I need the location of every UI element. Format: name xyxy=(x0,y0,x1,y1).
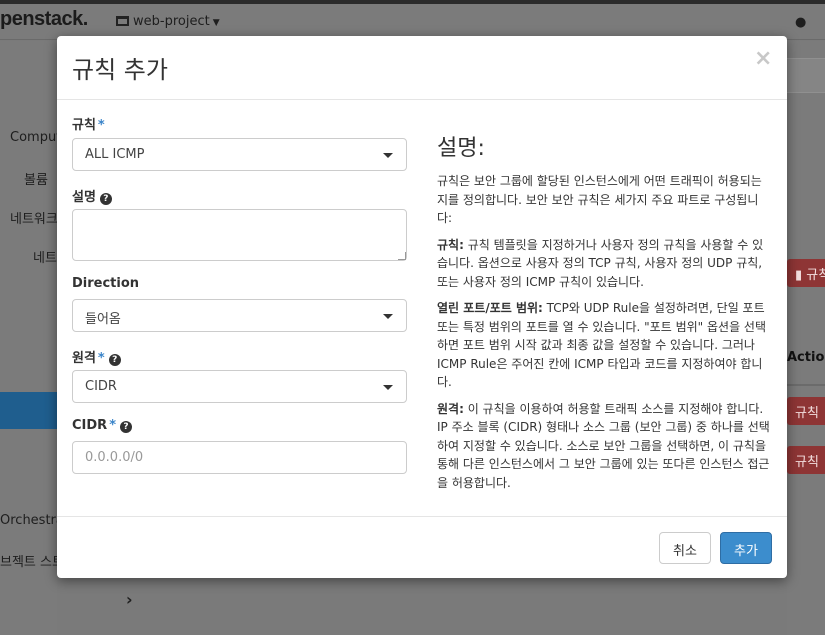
question-circle-icon[interactable]: ? xyxy=(99,193,112,205)
rule-select-value: ALL ICMP xyxy=(85,147,145,162)
description-label: 설명? xyxy=(72,186,112,205)
add-button[interactable]: 추가 xyxy=(720,532,772,564)
caret-down-icon xyxy=(383,314,393,319)
delete-rule-button-row-1[interactable]: 규칙 xyxy=(787,397,825,425)
sidebar-item-network-sub[interactable]: 네트 xyxy=(33,247,57,266)
delete-rule-button-row-2[interactable]: 규칙 xyxy=(787,446,825,474)
modal-header: 규칙 추가 × xyxy=(57,36,787,100)
delete-rules-button[interactable]: ▮ 규칙 xyxy=(787,259,825,287)
project-icon xyxy=(116,16,129,26)
caret-down-icon xyxy=(383,385,393,390)
remote-select[interactable]: CIDR xyxy=(72,370,407,403)
cidr-label: CIDR *? xyxy=(72,418,132,433)
sidebar-active-highlight xyxy=(0,392,57,429)
help-ports: 열린 포트/포트 범위: TCP와 UDP Rule을 설정하려면, 단일 포트… xyxy=(437,301,767,389)
required-star-icon: * xyxy=(97,351,105,366)
chevron-right-icon[interactable]: › xyxy=(126,590,133,609)
caret-down-icon xyxy=(383,153,393,158)
rule-select[interactable]: ALL ICMP xyxy=(72,138,407,171)
column-header-actions: Action xyxy=(787,336,825,386)
direction-label: Direction xyxy=(72,276,140,291)
modal-title: 규칙 추가 xyxy=(72,56,168,84)
help-intro: 규칙은 보안 그룹에 할당된 인스턴스에게 어떤 트래픽이 허용되는지를 정의합… xyxy=(437,174,762,225)
help-title: 설명: xyxy=(437,136,485,161)
project-name: web-project xyxy=(133,14,210,29)
project-selector[interactable]: web-project ▼ xyxy=(116,14,220,29)
content-toolbar xyxy=(787,58,825,93)
cancel-button[interactable]: 취소 xyxy=(659,532,711,564)
rule-label: 규칙 * xyxy=(72,118,105,133)
question-circle-icon[interactable]: ? xyxy=(120,421,132,433)
sidebar-item-object-store[interactable]: 브젝트 스토 xyxy=(0,551,64,570)
caret-down-icon: ▼ xyxy=(212,18,220,28)
resize-grip-icon[interactable] xyxy=(398,252,406,260)
remote-select-value: CIDR xyxy=(85,379,117,394)
user-icon[interactable]: ● xyxy=(795,15,806,30)
required-star-icon: * xyxy=(109,418,116,433)
brand-logo[interactable]: penstack. xyxy=(0,8,88,31)
direction-select[interactable]: 들어옴 xyxy=(72,299,407,332)
question-circle-icon[interactable]: ? xyxy=(108,354,121,366)
modal-footer: 취소 추가 xyxy=(57,516,787,578)
help-rule: 규칙: 규칙 템플릿을 지정하거나 사용자 정의 규칙을 사용할 수 있습니다.… xyxy=(437,237,764,289)
close-icon[interactable]: × xyxy=(754,46,772,71)
remote-label: 원격 *? xyxy=(72,347,121,366)
add-rule-modal: 규칙 추가 × 규칙 * ALL ICMP 설명? Direction 들어옴 원… xyxy=(57,36,787,578)
sidebar-item-volume[interactable]: 볼륨 xyxy=(24,169,48,188)
trash-icon: ▮ xyxy=(795,268,803,283)
top-navbar: penstack. web-project ▼ ● xyxy=(0,4,825,40)
help-panel: 설명: 규칙은 보안 그룹에 할당된 인스턴스에게 어떤 트래픽이 허용되는지를… xyxy=(437,130,771,500)
required-star-icon: * xyxy=(97,118,105,133)
cidr-input[interactable]: 0.0.0.0/0 xyxy=(72,441,407,474)
description-textarea[interactable] xyxy=(72,209,407,261)
direction-select-value: 들어옴 xyxy=(85,312,121,327)
sidebar-item-network[interactable]: 네트워크 xyxy=(10,208,58,227)
help-remote: 원격: 이 규칙을 이용하여 허용할 트래픽 소스를 지정해야 합니다. IP … xyxy=(437,401,770,490)
